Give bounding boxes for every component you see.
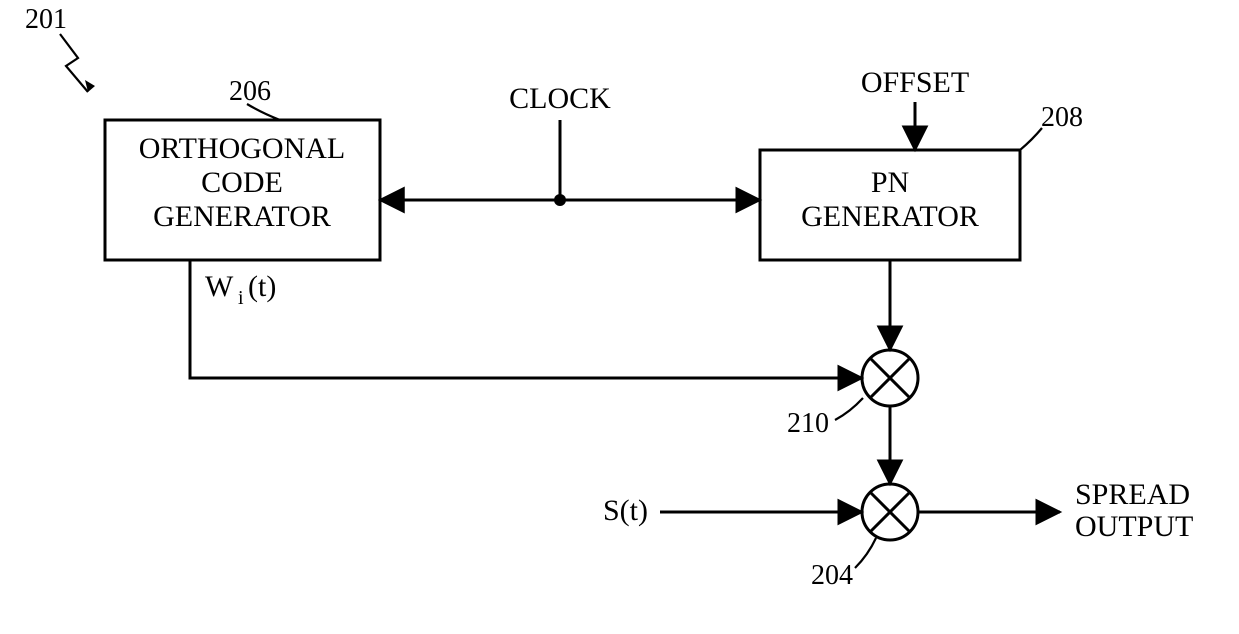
figure-ref-leader: [60, 34, 88, 92]
figure-ref: 201: [25, 4, 67, 35]
mixer-210-ref: 210: [787, 408, 829, 439]
pn-ref-leader: [1020, 128, 1042, 150]
mixer-204-leader: [855, 538, 876, 568]
svg-text:W: W: [205, 270, 234, 303]
output-label-1: SPREAD: [1075, 478, 1190, 511]
w-sub: i: [238, 287, 244, 309]
mixer-210-leader: [835, 398, 863, 420]
ortho-ref: 206: [229, 76, 271, 107]
w-label: W i (t): [205, 270, 276, 309]
w-arg: (t): [248, 270, 276, 303]
ortho-line3: GENERATOR: [153, 200, 331, 233]
mixer-210: [862, 350, 918, 406]
clock-label: CLOCK: [509, 82, 611, 115]
svg-text:i: i: [238, 287, 244, 309]
w-main: W: [205, 270, 234, 303]
block-diagram: 201 ORTHOGONAL CODE GENERATOR 206 PN GEN…: [0, 0, 1239, 634]
output-label-2: OUTPUT: [1075, 510, 1193, 543]
ortho-line1: ORTHOGONAL: [139, 132, 346, 165]
pn-ref: 208: [1041, 102, 1083, 133]
offset-label: OFFSET: [861, 66, 969, 99]
ortho-line2: CODE: [201, 166, 283, 199]
svg-text:(t): (t): [248, 270, 276, 303]
s-label: S(t): [603, 494, 648, 527]
mixer-204: [862, 484, 918, 540]
pn-line1: PN: [871, 166, 909, 199]
pn-line2: GENERATOR: [801, 200, 979, 233]
mixer-204-ref: 204: [811, 560, 853, 591]
ortho-to-mixer210: [190, 260, 862, 378]
